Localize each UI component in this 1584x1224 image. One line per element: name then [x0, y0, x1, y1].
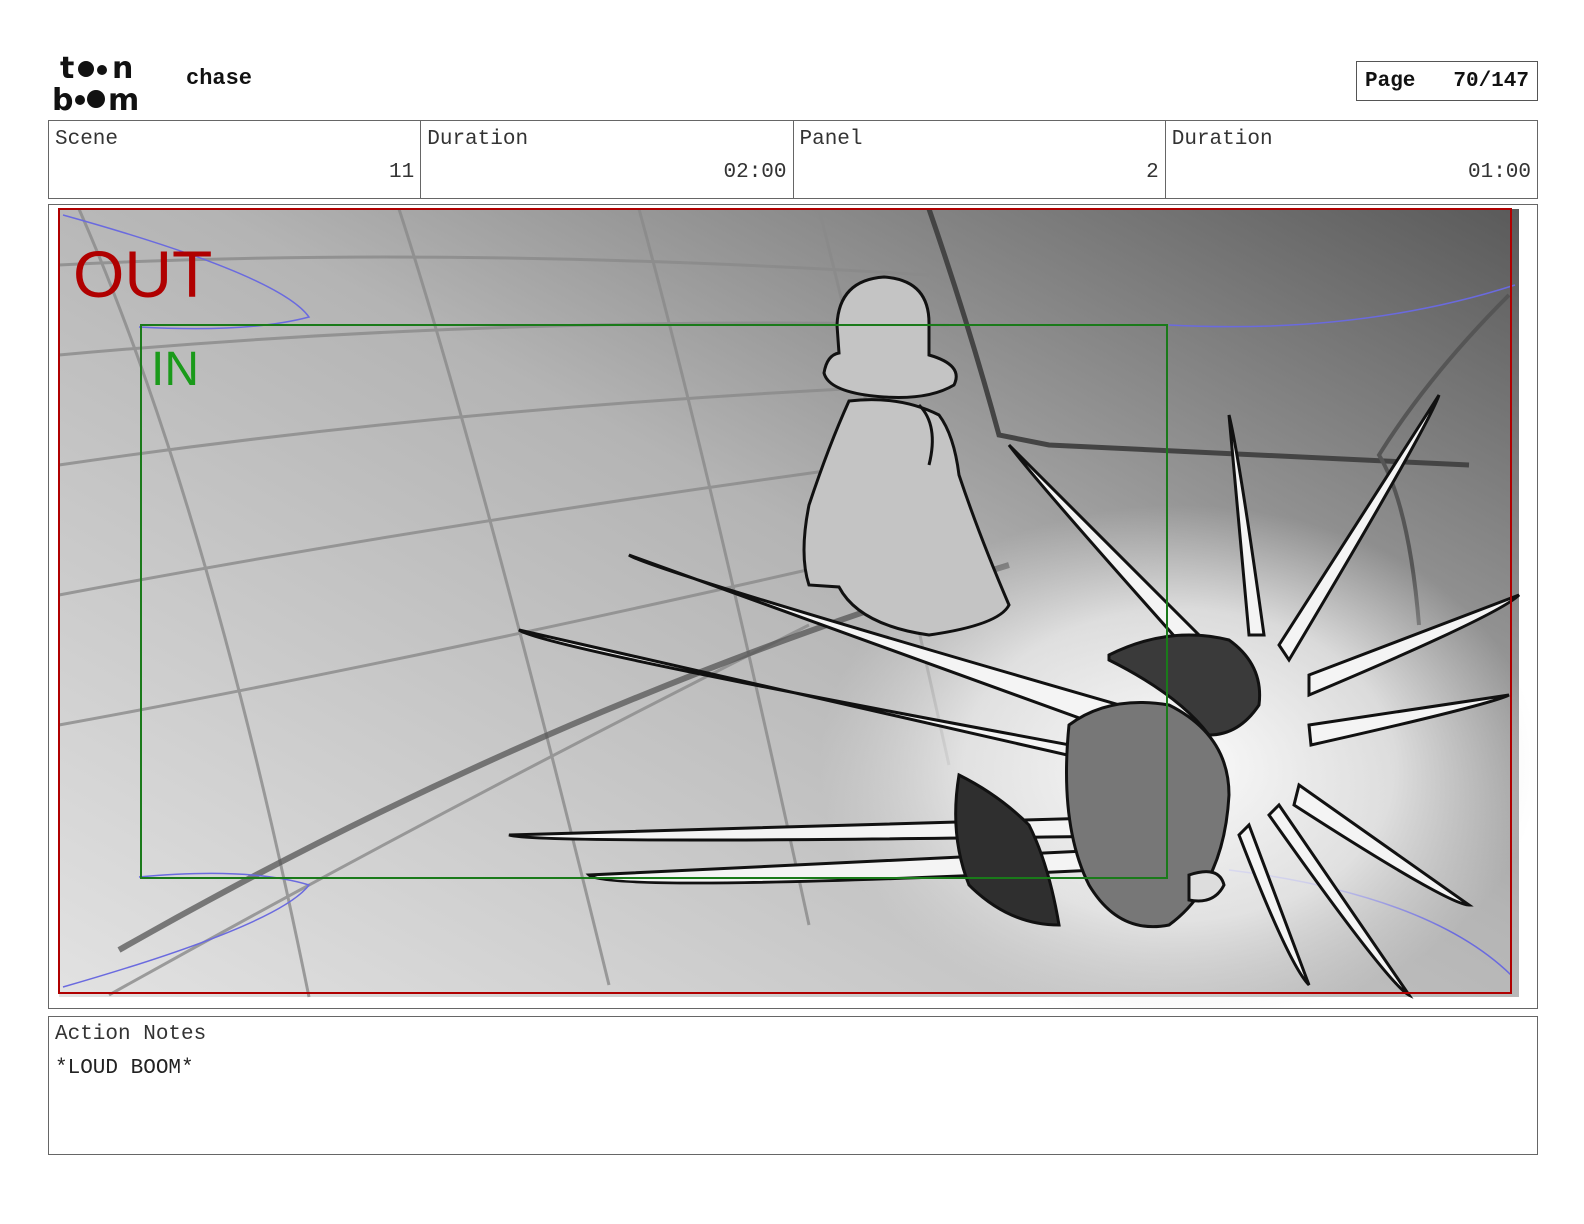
svg-text:n: n: [112, 52, 133, 86]
scene-cell: Scene 11: [49, 121, 422, 198]
action-notes-box: Action Notes *LOUD BOOM*: [48, 1016, 1538, 1155]
panel-value: 2: [1146, 161, 1159, 184]
panel-info-row: Scene 11 Duration 02:00 Panel 2 Duration…: [48, 120, 1538, 199]
scene-duration-cell: Duration 02:00: [421, 121, 794, 198]
scene-duration-label: Duration: [427, 128, 529, 151]
action-notes-text: *LOUD BOOM*: [55, 1057, 194, 1080]
scene-label: Scene: [55, 128, 119, 151]
panel-duration-label: Duration: [1171, 128, 1273, 151]
panel-label: Panel: [799, 128, 863, 151]
project-name: chase: [186, 66, 253, 91]
page-label: Page: [1365, 69, 1416, 93]
out-frame-label: OUT: [73, 237, 212, 311]
panel-duration-cell: Duration 01:00: [1166, 121, 1537, 198]
action-notes-label: Action Notes: [55, 1023, 207, 1046]
svg-text:b: b: [52, 83, 73, 112]
in-frame-label: IN: [151, 343, 199, 396]
storyboard-panel: OUT IN: [48, 204, 1538, 1009]
scene-duration-value: 02:00: [723, 161, 787, 184]
scene-value: 11: [389, 161, 415, 184]
page-indicator: Page 70/147: [1356, 61, 1538, 101]
svg-text:m: m: [108, 83, 139, 112]
panel-duration-value: 01:00: [1467, 161, 1531, 184]
page-number: 70/147: [1453, 69, 1529, 93]
panel-cell: Panel 2: [794, 121, 1166, 198]
svg-text:t: t: [60, 52, 74, 86]
panel-drawing: OUT IN: [49, 205, 1537, 1008]
toon-boom-logo: t n b m: [52, 52, 139, 112]
